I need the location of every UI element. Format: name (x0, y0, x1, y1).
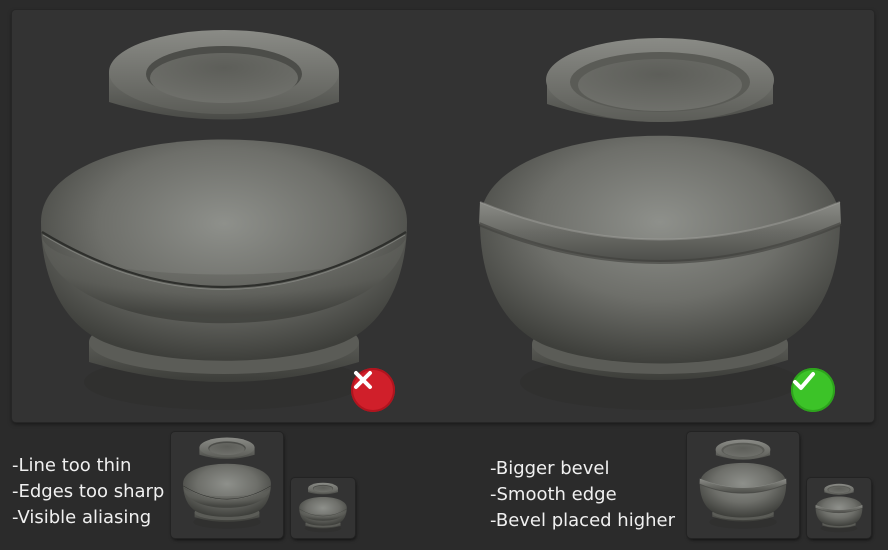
good-note-2: -Smooth edge (490, 484, 617, 505)
bad-note-1: -Line too thin (12, 455, 132, 476)
bad-note-2: -Edges too sharp (12, 481, 165, 502)
bad-notes-list: -Line too thin -Edges too sharp -Visible… (12, 453, 164, 531)
bad-thumbnail-small (291, 478, 355, 538)
good-note-3: -Bevel placed higher (490, 510, 676, 531)
check-icon (791, 368, 835, 412)
bad-thumbnail-large (171, 432, 283, 538)
cross-icon (351, 368, 395, 412)
comparison-panel (12, 10, 874, 422)
good-note-1: -Bigger bevel (490, 458, 610, 479)
bad-note-3: -Visible aliasing (12, 507, 152, 528)
good-thumbnail-large (687, 432, 799, 538)
good-notes-list: -Bigger bevel -Smooth edge -Bevel placed… (490, 456, 675, 534)
comparison-render (12, 10, 874, 422)
good-thumbnail-small (807, 478, 871, 538)
